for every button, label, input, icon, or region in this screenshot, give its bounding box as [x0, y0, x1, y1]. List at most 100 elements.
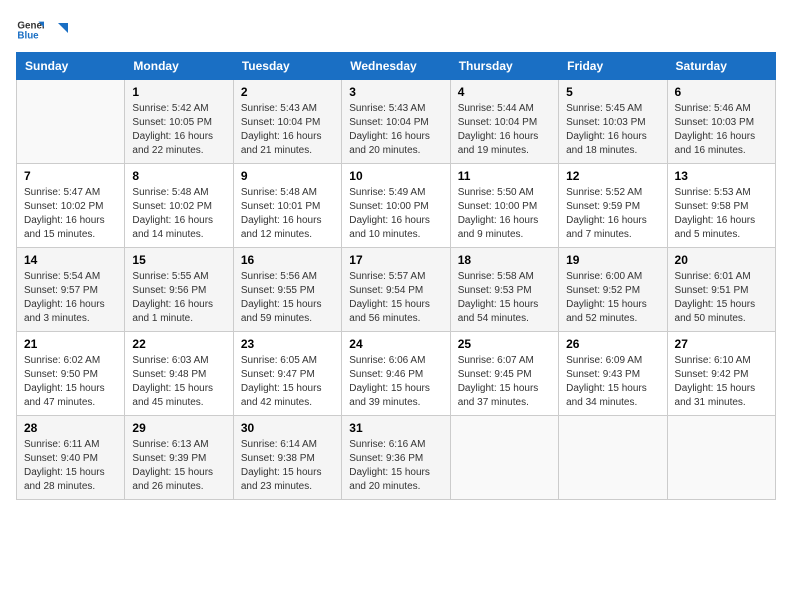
- day-number: 24: [349, 337, 442, 351]
- calendar-cell: 3 Sunrise: 5:43 AMSunset: 10:04 PMDayligh…: [342, 80, 450, 164]
- calendar-week-row: 1Sunrise: 5:42 AMSunset: 10:05 PMDayligh…: [17, 80, 776, 164]
- day-number: 3: [349, 85, 442, 99]
- calendar-cell: 1Sunrise: 5:42 AMSunset: 10:05 PMDayligh…: [125, 80, 233, 164]
- day-number: 13: [675, 169, 768, 183]
- day-number: 18: [458, 253, 551, 267]
- logo-arrow-icon: [50, 21, 68, 39]
- day-info: Sunrise: 6:03 AMSunset: 9:48 PMDaylight:…: [132, 354, 225, 410]
- day-number: 10: [349, 169, 442, 183]
- calendar-cell: 6 Sunrise: 5:46 AMSunset: 10:03 PMDayligh…: [667, 80, 775, 164]
- calendar-cell: 17 Sunrise: 5:57 AMSunset: 9:54 PMDayligh…: [342, 248, 450, 332]
- day-number: 30: [241, 421, 334, 435]
- day-info: Sunrise: 6:13 AMSunset: 9:39 PMDaylight:…: [132, 438, 225, 494]
- calendar-cell: 12Sunrise: 5:52 AMSunset: 9:59 PMDayligh…: [559, 164, 667, 248]
- day-number: 17: [349, 253, 442, 267]
- day-info: Sunrise: 6:06 AMSunset: 9:46 PMDaylight:…: [349, 354, 442, 410]
- day-info: Sunrise: 6:05 AMSunset: 9:47 PMDaylight:…: [241, 354, 334, 410]
- day-number: 2: [241, 85, 334, 99]
- calendar-cell: 19Sunrise: 6:00 AMSunset: 9:52 PMDayligh…: [559, 248, 667, 332]
- day-info: Sunrise: 5:45 AMSunset: 10:03 PMDaylight…: [566, 102, 659, 158]
- day-info: Sunrise: 5:54 AMSunset: 9:57 PMDaylight:…: [24, 270, 117, 326]
- day-number: 7: [24, 169, 117, 183]
- day-info: Sunrise: 5:46 AMSunset: 10:03 PMDaylight…: [675, 102, 768, 158]
- calendar-cell: 31 Sunrise: 6:16 AMSunset: 9:36 PMDayligh…: [342, 416, 450, 500]
- day-info: Sunrise: 6:09 AMSunset: 9:43 PMDaylight:…: [566, 354, 659, 410]
- day-info: Sunrise: 5:49 AMSunset: 10:00 PMDaylight…: [349, 186, 442, 242]
- column-header-tuesday: Tuesday: [233, 53, 341, 80]
- day-info: Sunrise: 6:14 AMSunset: 9:38 PMDaylight:…: [241, 438, 334, 494]
- day-number: 5: [566, 85, 659, 99]
- column-header-saturday: Saturday: [667, 53, 775, 80]
- calendar-cell: 15 Sunrise: 5:55 AMSunset: 9:56 PMDayligh…: [125, 248, 233, 332]
- day-number: 6: [675, 85, 768, 99]
- logo-icon: General Blue: [16, 16, 44, 44]
- calendar-cell: 28Sunrise: 6:11 AMSunset: 9:40 PMDayligh…: [17, 416, 125, 500]
- calendar-week-row: 28Sunrise: 6:11 AMSunset: 9:40 PMDayligh…: [17, 416, 776, 500]
- column-header-sunday: Sunday: [17, 53, 125, 80]
- calendar-cell: 24 Sunrise: 6:06 AMSunset: 9:46 PMDayligh…: [342, 332, 450, 416]
- day-info: Sunrise: 5:48 AMSunset: 10:01 PMDaylight…: [241, 186, 334, 242]
- day-number: 15: [132, 253, 225, 267]
- day-info: Sunrise: 5:47 AMSunset: 10:02 PMDaylight…: [24, 186, 117, 242]
- day-info: Sunrise: 5:57 AMSunset: 9:54 PMDaylight:…: [349, 270, 442, 326]
- day-number: 26: [566, 337, 659, 351]
- calendar-week-row: 14Sunrise: 5:54 AMSunset: 9:57 PMDayligh…: [17, 248, 776, 332]
- day-number: 29: [132, 421, 225, 435]
- day-info: Sunrise: 5:56 AMSunset: 9:55 PMDaylight:…: [241, 270, 334, 326]
- day-info: Sunrise: 6:16 AMSunset: 9:36 PMDaylight:…: [349, 438, 442, 494]
- calendar-cell: 11 Sunrise: 5:50 AMSunset: 10:00 PMDaylig…: [450, 164, 558, 248]
- calendar-cell: 22 Sunrise: 6:03 AMSunset: 9:48 PMDayligh…: [125, 332, 233, 416]
- day-number: 1: [132, 85, 225, 99]
- day-number: 9: [241, 169, 334, 183]
- calendar-cell: 10 Sunrise: 5:49 AMSunset: 10:00 PMDaylig…: [342, 164, 450, 248]
- calendar-cell: 16 Sunrise: 5:56 AMSunset: 9:55 PMDayligh…: [233, 248, 341, 332]
- day-info: Sunrise: 6:02 AMSunset: 9:50 PMDaylight:…: [24, 354, 117, 410]
- calendar-cell: 26 Sunrise: 6:09 AMSunset: 9:43 PMDayligh…: [559, 332, 667, 416]
- calendar-cell: 4 Sunrise: 5:44 AMSunset: 10:04 PMDayligh…: [450, 80, 558, 164]
- day-info: Sunrise: 5:48 AMSunset: 10:02 PMDaylight…: [132, 186, 225, 242]
- day-info: Sunrise: 6:00 AMSunset: 9:52 PMDaylight:…: [566, 270, 659, 326]
- header: General Blue: [16, 16, 776, 44]
- day-number: 22: [132, 337, 225, 351]
- calendar-cell: 23 Sunrise: 6:05 AMSunset: 9:47 PMDayligh…: [233, 332, 341, 416]
- day-info: Sunrise: 6:01 AMSunset: 9:51 PMDaylight:…: [675, 270, 768, 326]
- calendar-body: 1Sunrise: 5:42 AMSunset: 10:05 PMDayligh…: [17, 80, 776, 500]
- calendar-cell: [450, 416, 558, 500]
- calendar-cell: 21 Sunrise: 6:02 AMSunset: 9:50 PMDayligh…: [17, 332, 125, 416]
- calendar-cell: 30 Sunrise: 6:14 AMSunset: 9:38 PMDayligh…: [233, 416, 341, 500]
- calendar-cell: 8 Sunrise: 5:48 AMSunset: 10:02 PMDayligh…: [125, 164, 233, 248]
- day-number: 28: [24, 421, 117, 435]
- calendar-cell: [559, 416, 667, 500]
- calendar-cell: [17, 80, 125, 164]
- day-number: 12: [566, 169, 659, 183]
- day-info: Sunrise: 5:55 AMSunset: 9:56 PMDaylight:…: [132, 270, 225, 326]
- day-info: Sunrise: 5:50 AMSunset: 10:00 PMDaylight…: [458, 186, 551, 242]
- day-info: Sunrise: 5:43 AMSunset: 10:04 PMDaylight…: [349, 102, 442, 158]
- calendar-cell: 13 Sunrise: 5:53 AMSunset: 9:58 PMDayligh…: [667, 164, 775, 248]
- column-header-monday: Monday: [125, 53, 233, 80]
- day-number: 21: [24, 337, 117, 351]
- day-number: 4: [458, 85, 551, 99]
- day-info: Sunrise: 5:58 AMSunset: 9:53 PMDaylight:…: [458, 270, 551, 326]
- day-number: 27: [675, 337, 768, 351]
- calendar-cell: 27 Sunrise: 6:10 AMSunset: 9:42 PMDayligh…: [667, 332, 775, 416]
- day-info: Sunrise: 6:07 AMSunset: 9:45 PMDaylight:…: [458, 354, 551, 410]
- calendar-cell: 14Sunrise: 5:54 AMSunset: 9:57 PMDayligh…: [17, 248, 125, 332]
- calendar-week-row: 21 Sunrise: 6:02 AMSunset: 9:50 PMDayligh…: [17, 332, 776, 416]
- calendar-cell: 5 Sunrise: 5:45 AMSunset: 10:03 PMDayligh…: [559, 80, 667, 164]
- day-info: Sunrise: 5:53 AMSunset: 9:58 PMDaylight:…: [675, 186, 768, 242]
- day-number: 8: [132, 169, 225, 183]
- day-info: Sunrise: 6:10 AMSunset: 9:42 PMDaylight:…: [675, 354, 768, 410]
- calendar-cell: 20Sunrise: 6:01 AMSunset: 9:51 PMDayligh…: [667, 248, 775, 332]
- day-number: 11: [458, 169, 551, 183]
- day-number: 23: [241, 337, 334, 351]
- day-info: Sunrise: 5:43 AMSunset: 10:04 PMDaylight…: [241, 102, 334, 158]
- calendar-cell: [667, 416, 775, 500]
- day-number: 25: [458, 337, 551, 351]
- column-header-friday: Friday: [559, 53, 667, 80]
- day-number: 31: [349, 421, 442, 435]
- day-info: Sunrise: 5:44 AMSunset: 10:04 PMDaylight…: [458, 102, 551, 158]
- calendar-cell: 18 Sunrise: 5:58 AMSunset: 9:53 PMDayligh…: [450, 248, 558, 332]
- column-header-wednesday: Wednesday: [342, 53, 450, 80]
- day-number: 16: [241, 253, 334, 267]
